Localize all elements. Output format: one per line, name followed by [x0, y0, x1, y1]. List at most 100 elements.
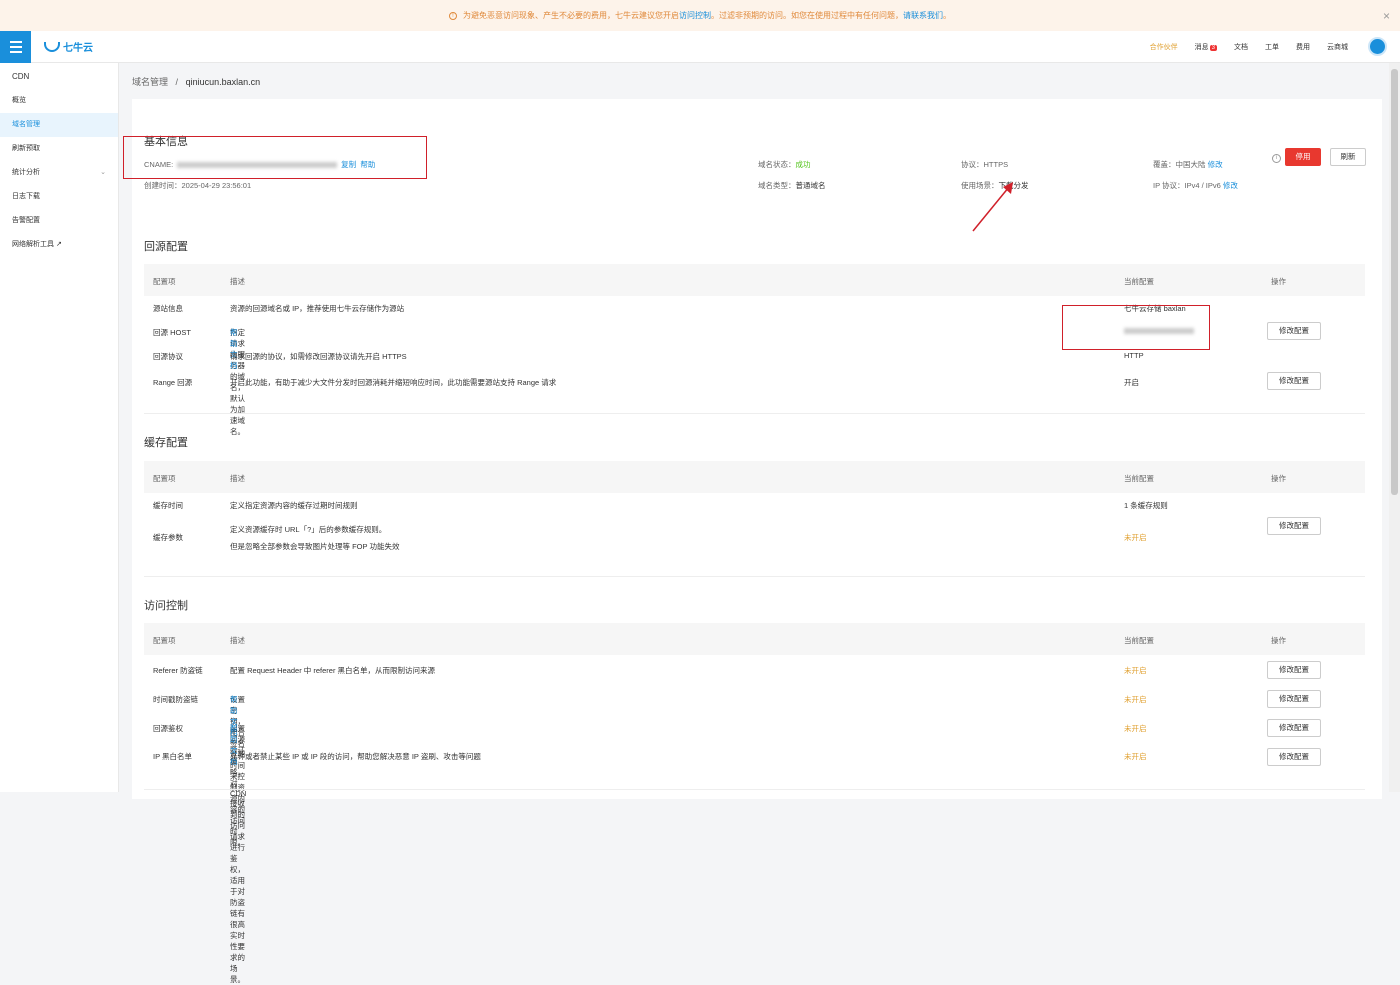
row-item: 回源鉴权: [153, 724, 183, 733]
close-icon[interactable]: ×: [1383, 9, 1390, 23]
row-desc: 定义指定资源内容的缓存过期时间规则: [230, 501, 358, 510]
avatar[interactable]: [1368, 37, 1387, 56]
edit-config-button[interactable]: 修改配置: [1267, 719, 1321, 737]
top-nav: 七牛云 合作伙伴 消息 3 文档 工单 费用 云商城: [0, 31, 1400, 63]
table-header: 配置项 描述 当前配置 操作: [144, 461, 1365, 493]
messages-link[interactable]: 消息 3: [1195, 42, 1217, 52]
sidebar-item-label: 网络解析工具: [12, 241, 54, 248]
annotation-arrow-icon: [972, 182, 1013, 232]
domain-detail-card: 基本信息 CNAME: 复制 帮助 创建时间：2025-04-29 23:56:0…: [123, 99, 1382, 984]
divider: [144, 789, 1365, 790]
breadcrumb-parent[interactable]: 域名管理: [132, 77, 168, 87]
row-current: 1 条缓存规则: [1124, 501, 1168, 510]
type-value: 普通域名: [795, 181, 826, 190]
breadcrumb-current: qiniucun.baxlan.cn: [185, 77, 261, 87]
col-desc: 描述: [230, 636, 245, 645]
row-current: 未开启: [1124, 695, 1147, 704]
domain-status: 域名状态：成功: [758, 159, 811, 170]
row-current: 开启: [1124, 378, 1139, 387]
row-current: HTTP: [1124, 351, 1144, 360]
logo-icon: [44, 41, 60, 52]
row-desc: 配置 Request Header 中 referer 黑白名单，从而限制访问来…: [230, 666, 436, 675]
type-label: 域名类型：: [758, 181, 796, 190]
help-doc-link[interactable]: 帮助文档: [230, 327, 238, 371]
main-content: 域名管理 / qiniucun.baxlan.cn 基本信息 CNAME: 复制 …: [119, 63, 1389, 984]
banner-text-b: 。过滤非预期的访问。如您在使用过程中有任何问题，: [711, 11, 903, 20]
sidebar-item-label: 统计分析: [12, 169, 40, 176]
protocol: 协议：HTTPS: [961, 160, 1009, 169]
col-op: 操作: [1271, 474, 1286, 483]
edit-config-button[interactable]: 修改配置: [1267, 748, 1321, 766]
table-header: 配置项 描述 当前配置 操作: [144, 264, 1365, 296]
banner-text-c: 。: [943, 11, 951, 20]
partner-link[interactable]: 合作伙伴: [1150, 42, 1178, 52]
billing-link[interactable]: 费用: [1296, 42, 1310, 52]
status-label: 域名状态：: [758, 160, 796, 169]
docs-link[interactable]: 文档: [1234, 42, 1248, 52]
row-item: 回源 HOST: [153, 328, 191, 337]
scrollbar-thumb[interactable]: [1391, 69, 1398, 495]
row-desc-2: 但是忽略全部参数会导致图片处理等 FOP 功能失效: [230, 542, 400, 551]
coverage-edit-link[interactable]: 修改: [1208, 160, 1223, 169]
sidebar-title: CDN: [12, 72, 30, 81]
col-current: 当前配置: [1124, 636, 1154, 645]
row-desc: 资源的回源域名或 IP，推荐使用七牛云存储作为源站: [230, 304, 405, 313]
divider: [144, 413, 1365, 414]
row-item: 回源协议: [153, 352, 183, 361]
col-desc: 描述: [230, 474, 245, 483]
row-current: 未开启: [1124, 752, 1147, 761]
col-op: 操作: [1271, 277, 1286, 286]
row-current: 未开启: [1124, 724, 1147, 733]
section-title-cache: 缓存配置: [144, 437, 188, 449]
banner-access-link[interactable]: 访问控制: [679, 10, 711, 21]
sidebar-item-overview[interactable]: 概览: [0, 89, 118, 113]
logo[interactable]: 七牛云: [44, 39, 93, 54]
coverage-label: 覆盖：中国大陆: [1153, 160, 1206, 169]
domain-type: 域名类型：普通域名: [758, 180, 826, 191]
col-current: 当前配置: [1124, 277, 1154, 286]
row-item: 缓存参数: [153, 533, 183, 542]
row-item: 源站信息: [153, 304, 183, 313]
sidebar: CDN 概览 域名管理 刷新预取 统计分析 ⌄ 日志下载 告警配置 网络解析工具 …: [0, 63, 119, 792]
sidebar-item-logs[interactable]: 日志下载: [0, 185, 118, 209]
row-item: Range 回源: [153, 378, 193, 387]
section-title-origin: 回源配置: [144, 241, 188, 253]
sidebar-item-domains[interactable]: 域名管理: [0, 113, 118, 137]
edit-config-button[interactable]: 修改配置: [1267, 661, 1321, 679]
row-item: 时间戳防盗链: [153, 695, 198, 704]
row-desc: 请求回源的协议，如需修改回源协议请先开启 HTTPS: [230, 352, 407, 361]
breadcrumb: 域名管理 / qiniucun.baxlan.cn: [132, 75, 260, 88]
info-icon[interactable]: i: [1272, 154, 1281, 163]
table-header: 配置项 描述 当前配置 操作: [144, 623, 1365, 655]
edit-config-button[interactable]: 修改配置: [1267, 517, 1321, 535]
breadcrumb-sep: /: [175, 77, 179, 87]
info-icon: !: [449, 11, 457, 20]
annotation-box-host: [1062, 305, 1210, 350]
col-item: 配置项: [153, 636, 176, 645]
messages-badge: 3: [1209, 45, 1217, 51]
col-desc: 描述: [230, 277, 245, 286]
scrollbar[interactable]: [1389, 63, 1400, 792]
menu-icon[interactable]: [0, 31, 31, 63]
stop-button[interactable]: 停用: [1285, 148, 1321, 166]
sidebar-item-dns-tool[interactable]: 网络解析工具 ↗: [0, 233, 118, 257]
tickets-link[interactable]: 工单: [1265, 42, 1279, 52]
refresh-button[interactable]: 刷新: [1330, 148, 1366, 166]
status-badge: 成功: [795, 160, 811, 169]
section-title-access: 访问控制: [144, 600, 188, 612]
sidebar-item-alerts[interactable]: 告警配置: [0, 209, 118, 233]
banner-text-a: 为避免恶意访问现象、产生不必要的费用，七牛云建议您开启: [463, 11, 679, 20]
annotation-box-cname: [123, 136, 427, 179]
banner-contact-link[interactable]: 请联系我们: [903, 10, 943, 21]
ip-edit-link[interactable]: 修改: [1223, 181, 1238, 190]
row-item: 缓存时间: [153, 501, 183, 510]
edit-config-button[interactable]: 修改配置: [1267, 322, 1321, 340]
sidebar-item-stats[interactable]: 统计分析 ⌄: [0, 161, 118, 185]
sidebar-item-refresh[interactable]: 刷新预取: [0, 137, 118, 161]
edit-config-button[interactable]: 修改配置: [1267, 372, 1321, 390]
col-op: 操作: [1271, 636, 1286, 645]
coverage: 覆盖：中国大陆 修改: [1153, 159, 1223, 170]
marketplace-link[interactable]: 云商城: [1327, 42, 1348, 52]
edit-config-button[interactable]: 修改配置: [1267, 690, 1321, 708]
top-links: 合作伙伴 消息 3 文档 工单 费用 云商城: [1150, 42, 1348, 52]
